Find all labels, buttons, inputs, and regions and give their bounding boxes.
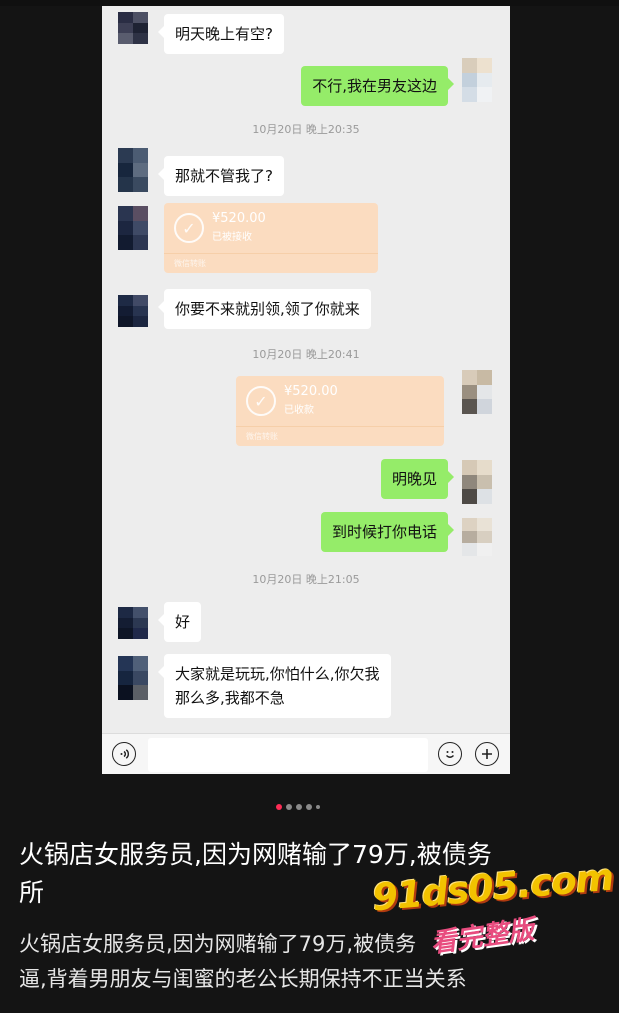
message-timestamp: 10月20日 晚上21:05 <box>252 573 360 586</box>
carousel-dot[interactable] <box>306 804 312 810</box>
check-icon: ✓ <box>174 213 204 243</box>
transfer-amount: ¥520.00 <box>284 384 338 399</box>
message-bubble-outgoing: 到时候打你电话 <box>320 512 455 552</box>
carousel-indicator[interactable] <box>276 804 320 810</box>
message-timestamp: 10月20日 晚上20:35 <box>252 123 360 136</box>
transfer-status: 已被接收 <box>212 232 252 243</box>
message-bubble-outgoing: 明晚见 <box>380 459 455 499</box>
message-timestamp: 10月20日 晚上20:41 <box>252 348 360 361</box>
message-bubble-incoming: 你要不来就别领,领了你就来 <box>158 289 371 329</box>
emoji-icon[interactable] <box>438 742 462 766</box>
voice-icon[interactable] <box>112 742 136 766</box>
message-bubble-incoming: 大家就是玩玩,你怕什么,你欠我 那么多,我都不急 <box>158 654 391 718</box>
avatar <box>462 58 492 102</box>
avatar <box>118 656 148 700</box>
transfer-card[interactable]: ✓ ¥520.00 已收款 微信转账 <box>236 376 444 446</box>
avatar <box>462 370 492 414</box>
transfer-amount: ¥520.00 <box>212 211 266 226</box>
carousel-dot[interactable] <box>276 804 282 810</box>
avatar <box>118 295 148 327</box>
carousel-dot[interactable] <box>296 804 302 810</box>
transfer-footer: 微信转账 <box>174 259 206 268</box>
avatar <box>118 206 148 250</box>
message-bubble-outgoing: 不行,我在男友这边 <box>301 66 454 106</box>
avatar <box>118 12 148 44</box>
chat-screenshot: 明天晚上有空? 不行,我在男友这边 10月20日 晚上20:35 那就不管我了?… <box>102 6 510 774</box>
message-bubble-incoming: 好 <box>157 602 202 642</box>
message-bubble-incoming: 明天晚上有空? <box>158 14 284 54</box>
avatar <box>118 607 148 639</box>
message-bubble-incoming: 那就不管我了? <box>158 156 284 196</box>
check-icon: ✓ <box>246 386 276 416</box>
transfer-status: 已收款 <box>284 405 314 416</box>
avatar <box>462 518 492 556</box>
avatar <box>462 460 492 504</box>
transfer-card[interactable]: ✓ ¥520.00 已被接收 微信转账 <box>164 203 378 273</box>
chat-input-bar <box>102 733 510 774</box>
carousel-dot[interactable] <box>286 804 292 810</box>
transfer-footer: 微信转账 <box>246 432 278 441</box>
message-input[interactable] <box>148 738 428 772</box>
plus-icon[interactable] <box>475 742 499 766</box>
avatar <box>118 148 148 192</box>
carousel-dot[interactable] <box>316 805 320 809</box>
